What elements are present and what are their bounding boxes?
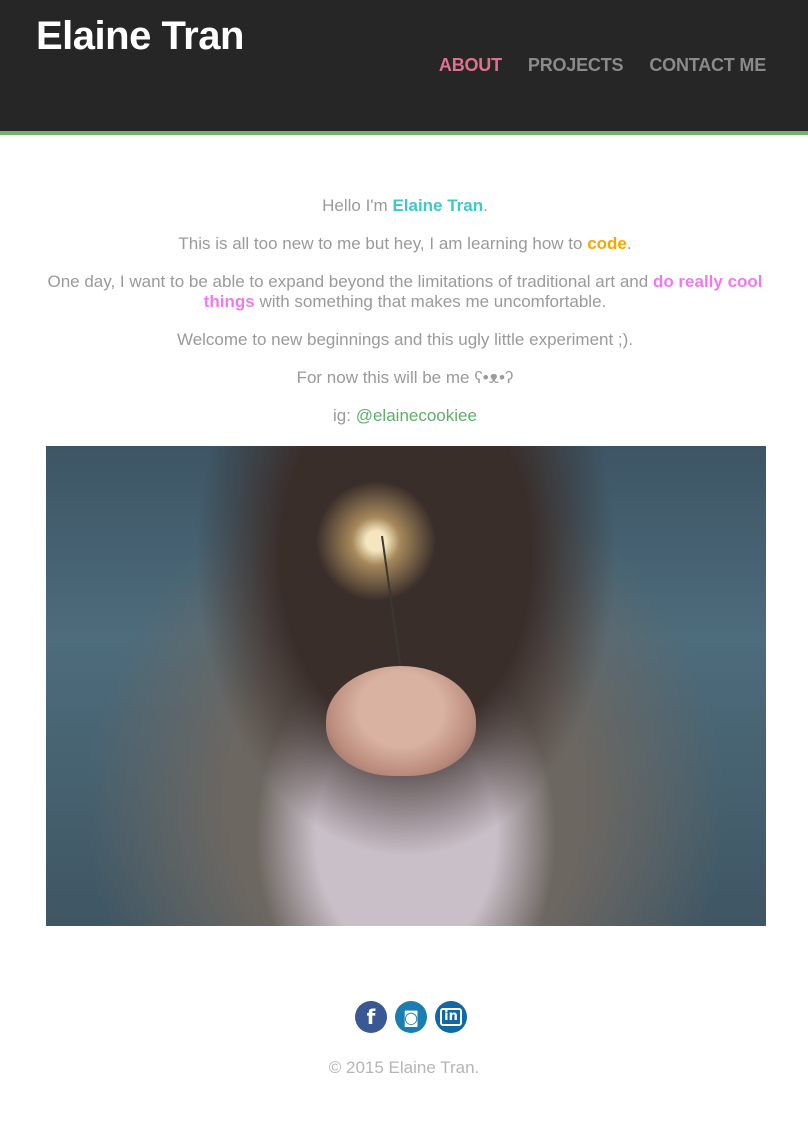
hands-shape [326, 666, 476, 776]
instagram-line: ig: @elainecookiee [20, 406, 790, 426]
nav-about[interactable]: ABOUT [439, 55, 502, 76]
linkedin-icon[interactable]: in [435, 1001, 467, 1033]
main-nav: ABOUT PROJECTS CONTACT ME [439, 55, 766, 76]
sparkler-photo [46, 446, 766, 926]
facebook-icon[interactable]: f [355, 1001, 387, 1033]
instagram-handle-link[interactable]: @elainecookiee [356, 406, 477, 425]
site-title[interactable]: Elaine Tran [36, 14, 244, 59]
intro-line-goal: One day, I want to be able to expand bey… [20, 272, 790, 312]
intro-line-welcome: Welcome to new beginnings and this ugly … [176, 330, 634, 349]
sparkler-stick [381, 535, 403, 675]
instagram-icon[interactable]: ◙ [395, 1001, 427, 1033]
nav-contact[interactable]: CONTACT ME [649, 55, 766, 76]
intro-line-code: This is all too new to me but hey, I am … [20, 234, 790, 254]
intro-text-segment: One day, I want to be able to expand bey… [47, 272, 653, 291]
intro-text-segment: . [483, 196, 488, 215]
name-highlight: Elaine Tran [392, 196, 484, 215]
linkedin-glyph: in [440, 1008, 462, 1026]
intro-text-segment: with something that makes me uncomfortab… [254, 292, 607, 311]
intro-text-segment: Hello I'm [322, 196, 393, 215]
intro-line-bear: For now this will be me ʕ•ᴥ•ʔ [296, 368, 514, 387]
code-highlight: code [587, 234, 627, 253]
intro-line-hello: Hello I'm Elaine Tran. [20, 196, 790, 216]
intro-text: Hello I'm Elaine Tran. This is all too n… [20, 196, 790, 444]
nav-projects[interactable]: PROJECTS [528, 55, 624, 76]
ig-label: ig: [333, 406, 356, 425]
site-header: Elaine Tran ABOUT PROJECTS CONTACT ME [0, 0, 808, 135]
social-links: f ◙ in [355, 1001, 467, 1033]
intro-text-segment: . [626, 234, 632, 253]
intro-text-segment: This is all too new to me but hey, I am … [178, 234, 588, 253]
footer-copyright: © 2015 Elaine Tran. [328, 1058, 480, 1077]
